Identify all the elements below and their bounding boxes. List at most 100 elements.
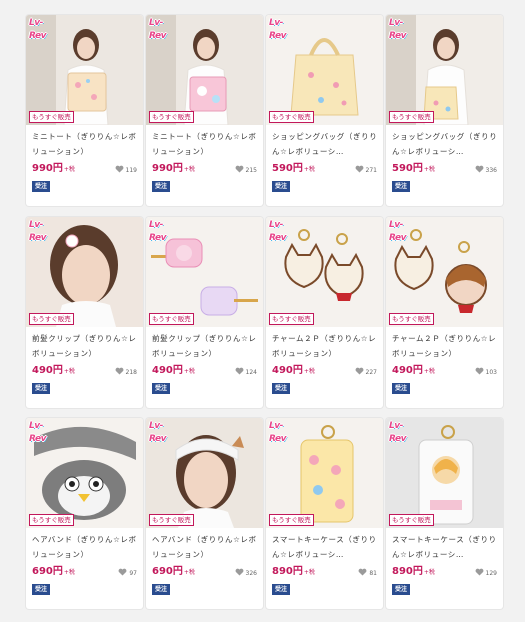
product-name[interactable]: ミニトート（ぎりりん☆レボリューション） xyxy=(152,129,258,159)
product-name[interactable]: スマートキーケース（ぎりりん☆レボリューシ… xyxy=(392,532,498,562)
product-name[interactable]: 前髪クリップ（ぎりりん☆レボリューション） xyxy=(152,331,258,361)
product-price: 890円+税 xyxy=(272,566,315,577)
product-name[interactable]: スマートキーケース（ぎりりん☆レボリューシ… xyxy=(272,532,378,562)
order-badge: 受注 xyxy=(32,383,50,394)
product-price: 990円+税 xyxy=(32,163,75,174)
order-badge: 受注 xyxy=(272,181,290,192)
heart-icon xyxy=(235,367,246,376)
product-card[interactable]: Lv-Rev もうすぐ販売 前髪クリップ（ぎりりん☆レボリューション） 490円… xyxy=(26,217,143,408)
product-name[interactable]: ショッピングバッグ（ぎりりん☆レボリューシ… xyxy=(272,129,378,159)
product-card[interactable]: Lv-Rev もうすぐ販売 チャーム２Ｐ（ぎりりん☆レボリューション） 490円… xyxy=(266,217,383,408)
brand-logo: Lv-Rev xyxy=(269,220,286,243)
product-card[interactable]: Lv-Rev もうすぐ販売 スマートキーケース（ぎりりん☆レボリューシ… 890… xyxy=(386,418,503,609)
heart-icon xyxy=(235,568,246,577)
tax-label: +税 xyxy=(63,569,75,576)
product-price: 490円+税 xyxy=(272,365,315,376)
tax-label: +税 xyxy=(423,368,435,375)
coming-soon-badge: もうすぐ販売 xyxy=(149,313,194,325)
product-price: 590円+税 xyxy=(272,163,315,174)
order-badge: 受注 xyxy=(152,383,170,394)
product-price: 690円+税 xyxy=(152,566,195,577)
product-name[interactable]: ミニトート（ぎりりん☆レボリューション） xyxy=(32,129,138,159)
product-name[interactable]: ヘアバンド（ぎりりん☆レボリューション） xyxy=(152,532,258,562)
heart-icon xyxy=(235,165,246,174)
heart-icon xyxy=(475,165,486,174)
coming-soon-badge: もうすぐ販売 xyxy=(269,514,314,526)
brand-logo: Lv-Rev xyxy=(149,220,166,243)
tax-label: +税 xyxy=(63,368,75,375)
brand-logo: Lv-Rev xyxy=(389,421,406,444)
product-card[interactable]: Lv-Rev もうすぐ販売 ヘアバンド（ぎりりん☆レボリューション） 690円+… xyxy=(146,418,263,609)
coming-soon-badge: もうすぐ販売 xyxy=(29,313,74,325)
coming-soon-badge: もうすぐ販売 xyxy=(389,514,434,526)
product-card[interactable]: Lv-Rev もうすぐ販売 スマートキーケース（ぎりりん☆レボリューシ… 890… xyxy=(266,418,383,609)
order-badge: 受注 xyxy=(392,383,410,394)
order-badge: 受注 xyxy=(392,584,410,595)
product-name[interactable]: ヘアバンド（ぎりりん☆レボリューション） xyxy=(32,532,138,562)
tax-label: +税 xyxy=(423,166,435,173)
like-count: 218 xyxy=(125,369,137,376)
product-card[interactable]: Lv-Rev もうすぐ販売 ショッピングバッグ（ぎりりん☆レボリューシ… 590… xyxy=(266,15,383,206)
brand-logo: Lv-Rev xyxy=(389,220,406,243)
product-name[interactable]: チャーム２Ｐ（ぎりりん☆レボリューション） xyxy=(272,331,378,361)
coming-soon-badge: もうすぐ販売 xyxy=(269,313,314,325)
order-badge: 受注 xyxy=(392,181,410,192)
tax-label: +税 xyxy=(63,166,75,173)
coming-soon-badge: もうすぐ販売 xyxy=(29,111,74,123)
heart-icon xyxy=(115,367,126,376)
brand-logo: Lv-Rev xyxy=(149,421,166,444)
heart-icon xyxy=(358,568,369,577)
like-button[interactable]: 129 xyxy=(475,568,497,578)
product-price: 590円+税 xyxy=(392,163,435,174)
brand-logo: Lv-Rev xyxy=(389,18,406,41)
brand-logo: Lv-Rev xyxy=(149,18,166,41)
coming-soon-badge: もうすぐ販売 xyxy=(149,514,194,526)
brand-logo: Lv-Rev xyxy=(269,18,286,41)
coming-soon-badge: もうすぐ販売 xyxy=(149,111,194,123)
like-button[interactable]: 103 xyxy=(475,367,497,377)
like-button[interactable]: 215 xyxy=(235,165,257,175)
heart-icon xyxy=(355,367,366,376)
like-button[interactable]: 336 xyxy=(475,165,497,175)
product-name[interactable]: 前髪クリップ（ぎりりん☆レボリューション） xyxy=(32,331,138,361)
order-badge: 受注 xyxy=(152,584,170,595)
like-button[interactable]: 326 xyxy=(235,568,257,578)
product-card[interactable]: Lv-Rev もうすぐ販売 ミニトート（ぎりりん☆レボリューション） 990円+… xyxy=(26,15,143,206)
like-button[interactable]: 124 xyxy=(235,367,257,377)
like-button[interactable]: 218 xyxy=(115,367,137,377)
brand-logo: Lv-Rev xyxy=(29,421,46,444)
tax-label: +税 xyxy=(423,569,435,576)
product-name[interactable]: チャーム２Ｐ（ぎりりん☆レボリューション） xyxy=(392,331,498,361)
like-count: 119 xyxy=(125,167,137,174)
like-count: 81 xyxy=(369,570,377,577)
product-card[interactable]: Lv-Rev もうすぐ販売 チャーム２Ｐ（ぎりりん☆レボリューション） 490円… xyxy=(386,217,503,408)
like-button[interactable]: 97 xyxy=(118,568,137,578)
order-badge: 受注 xyxy=(32,181,50,192)
order-badge: 受注 xyxy=(272,383,290,394)
order-badge: 受注 xyxy=(32,584,50,595)
product-price: 490円+税 xyxy=(32,365,75,376)
like-count: 97 xyxy=(129,570,137,577)
product-card[interactable]: Lv-Rev もうすぐ販売 前髪クリップ（ぎりりん☆レボリューション） 490円… xyxy=(146,217,263,408)
like-count: 227 xyxy=(365,369,377,376)
coming-soon-badge: もうすぐ販売 xyxy=(29,514,74,526)
product-price: 490円+税 xyxy=(392,365,435,376)
tax-label: +税 xyxy=(183,569,195,576)
order-badge: 受注 xyxy=(152,181,170,192)
like-button[interactable]: 271 xyxy=(355,165,377,175)
like-button[interactable]: 227 xyxy=(355,367,377,377)
like-button[interactable]: 119 xyxy=(115,165,137,175)
product-card[interactable]: Lv-Rev もうすぐ販売 ヘアバンド（ぎりりん☆レボリューション） 690円+… xyxy=(26,418,143,609)
product-grid: Lv-Rev もうすぐ販売 ミニトート（ぎりりん☆レボリューション） 990円+… xyxy=(0,0,525,622)
like-count: 215 xyxy=(245,167,257,174)
heart-icon xyxy=(115,165,126,174)
heart-icon xyxy=(355,165,366,174)
product-price: 990円+税 xyxy=(152,163,195,174)
heart-icon xyxy=(475,568,486,577)
product-card[interactable]: Lv-Rev もうすぐ販売 ショッピングバッグ（ぎりりん☆レボリューシ… 590… xyxy=(386,15,503,206)
tax-label: +税 xyxy=(303,166,315,173)
like-button[interactable]: 81 xyxy=(358,568,377,578)
product-name[interactable]: ショッピングバッグ（ぎりりん☆レボリューシ… xyxy=(392,129,498,159)
brand-logo: Lv-Rev xyxy=(269,421,286,444)
product-card[interactable]: Lv-Rev もうすぐ販売 ミニトート（ぎりりん☆レボリューション） 990円+… xyxy=(146,15,263,206)
